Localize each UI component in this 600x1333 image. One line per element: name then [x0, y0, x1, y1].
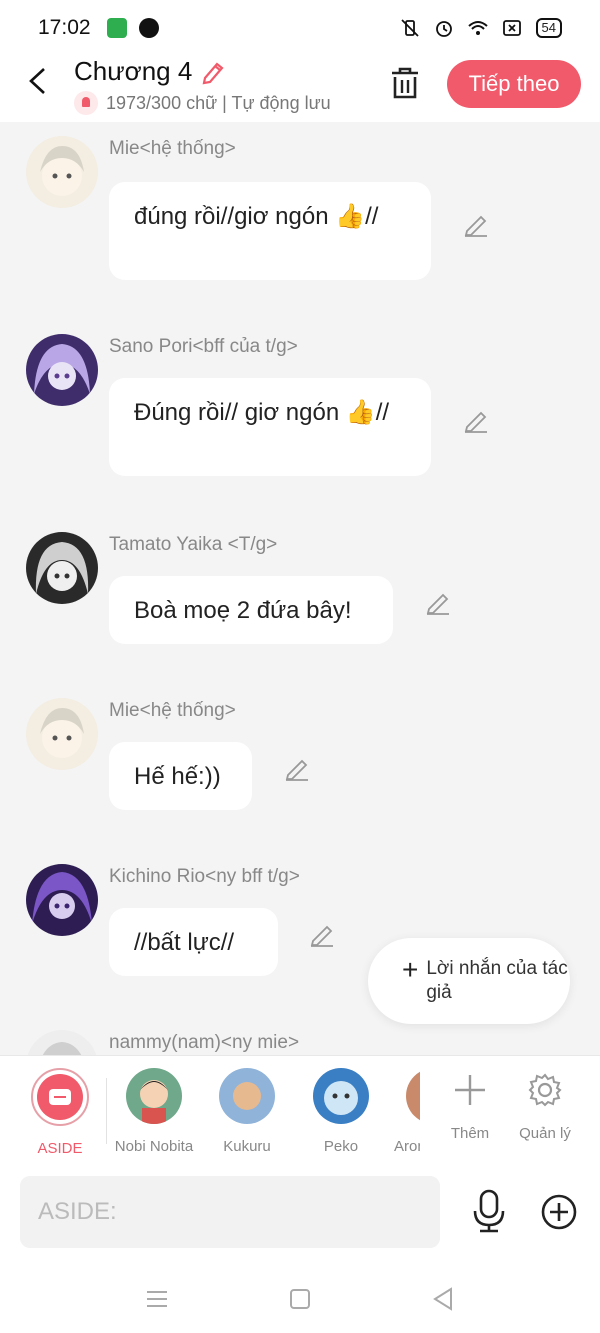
character-peko[interactable]: Peko — [296, 1068, 386, 1155]
system-navbar — [0, 1265, 600, 1333]
app-notification-icon — [106, 18, 127, 38]
character-name: Peko — [323, 1138, 359, 1155]
next-button[interactable]: Tiếp theo — [447, 60, 581, 108]
message-icon — [49, 1089, 71, 1105]
add-circle-icon[interactable] — [540, 1193, 578, 1231]
manage-button[interactable]: Quản lý — [505, 1072, 585, 1142]
avatar[interactable] — [26, 532, 98, 604]
avatar[interactable] — [26, 1030, 98, 1055]
character-bar: ASIDE Nobi Nobita Kukuru Peko Aron Thêm … — [0, 1055, 600, 1165]
bell-icon — [74, 91, 98, 115]
avatar[interactable] — [26, 136, 98, 208]
pencil-icon[interactable] — [424, 588, 452, 616]
message: Mie<hệ thống> đúng rồi//giơ ngón 👍// — [0, 122, 600, 312]
add-character-button[interactable]: Thêm — [430, 1072, 510, 1142]
avatar[interactable] — [26, 864, 98, 936]
page-title: Chương 4 — [74, 56, 226, 87]
aside-inner — [37, 1074, 83, 1120]
sim-icon — [502, 20, 521, 36]
alarm-icon — [435, 21, 452, 37]
message-bubble[interactable]: Boà moẹ 2 đứa bây! — [109, 576, 393, 644]
header: Chương 4 1973/300 chữ | Tự động lưu Tiếp… — [0, 56, 600, 122]
pencil-icon[interactable] — [462, 210, 490, 238]
message: Sano Pori<bff của t/g> Đúng rồi// giơ ng… — [0, 320, 600, 510]
character-kukuru[interactable]: Kukuru — [202, 1068, 292, 1155]
character-aron[interactable]: Aron — [390, 1068, 420, 1155]
character-nobi[interactable]: Nobi Nobita — [109, 1068, 199, 1155]
aside-avatar — [31, 1068, 89, 1126]
add-label: Thêm — [450, 1125, 490, 1142]
message-bubble[interactable]: Hế hế:)) — [109, 742, 252, 810]
character-name: Kukuru — [223, 1138, 271, 1155]
message-bubble[interactable]: Đúng rồi// giơ ngón 👍// — [109, 378, 431, 476]
sender-name: Kichino Rio<ny bff t/g> — [109, 866, 300, 887]
avatar — [126, 1068, 182, 1124]
plus-icon: + — [402, 954, 419, 985]
vibrate-icon — [400, 19, 419, 37]
status-time: 17:02 — [38, 16, 91, 39]
character-name: ASIDE — [37, 1140, 83, 1157]
word-count-text: 1973/300 chữ | Tự động lưu — [106, 92, 331, 113]
sender-name: Mie<hệ thống> — [109, 700, 236, 721]
character-aside[interactable]: ASIDE — [15, 1068, 105, 1157]
pinterest-icon — [138, 18, 159, 38]
avatar — [313, 1068, 369, 1124]
wifi-icon — [467, 21, 488, 35]
message: Mie<hệ thống> Hế hế:)) — [0, 684, 600, 854]
message: Tamato Yaika <T/g> Boà moẹ 2 đứa bây! — [0, 518, 600, 688]
input-area — [0, 1165, 600, 1265]
author-note-label: Lời nhắn của tác giả — [426, 958, 568, 1003]
character-name: Nobi Nobita — [114, 1138, 194, 1155]
battery-level: 54 — [535, 18, 562, 38]
trash-icon[interactable] — [386, 64, 424, 102]
word-count: 1973/300 chữ | Tự động lưu — [74, 91, 331, 115]
nav-back-icon[interactable] — [429, 1285, 457, 1313]
avatar — [219, 1068, 275, 1124]
sender-name: Mie<hệ thống> — [109, 138, 236, 159]
pencil-icon[interactable] — [308, 920, 336, 948]
sender-name: nammy(nam)<ny mie> — [109, 1032, 300, 1053]
notification-icons — [106, 18, 159, 38]
sender-name: Tamato Yaika <T/g> — [109, 534, 278, 555]
sender-name: Sano Pori<bff của t/g> — [109, 336, 298, 357]
pencil-icon[interactable] — [462, 406, 490, 434]
plus-icon — [455, 1075, 485, 1105]
manage-label: Quản lý — [519, 1125, 571, 1142]
home-icon[interactable] — [286, 1285, 314, 1313]
chapter-title: Chương 4 — [74, 56, 193, 86]
author-note-button[interactable]: + Lời nhắn của tác giả — [368, 938, 570, 1024]
status-bar: 17:02 54 — [0, 0, 600, 56]
status-right-icons: 54 — [400, 18, 562, 38]
back-icon[interactable] — [24, 66, 52, 96]
menu-icon[interactable] — [143, 1285, 171, 1313]
character-name: Aron — [394, 1138, 420, 1155]
avatar[interactable] — [26, 334, 98, 406]
edit-icon[interactable] — [200, 59, 226, 85]
microphone-icon[interactable] — [470, 1189, 508, 1233]
divider — [106, 1078, 107, 1144]
avatar — [406, 1068, 420, 1124]
chat-area[interactable]: Mie<hệ thống> đúng rồi//giơ ngón 👍// San… — [0, 122, 600, 1055]
gear-icon — [528, 1073, 562, 1107]
message-bubble[interactable]: //bất lực// — [109, 908, 278, 976]
message-input[interactable] — [20, 1176, 440, 1248]
message-bubble[interactable]: đúng rồi//giơ ngón 👍// — [109, 182, 431, 280]
pencil-icon[interactable] — [283, 754, 311, 782]
avatar[interactable] — [26, 698, 98, 770]
